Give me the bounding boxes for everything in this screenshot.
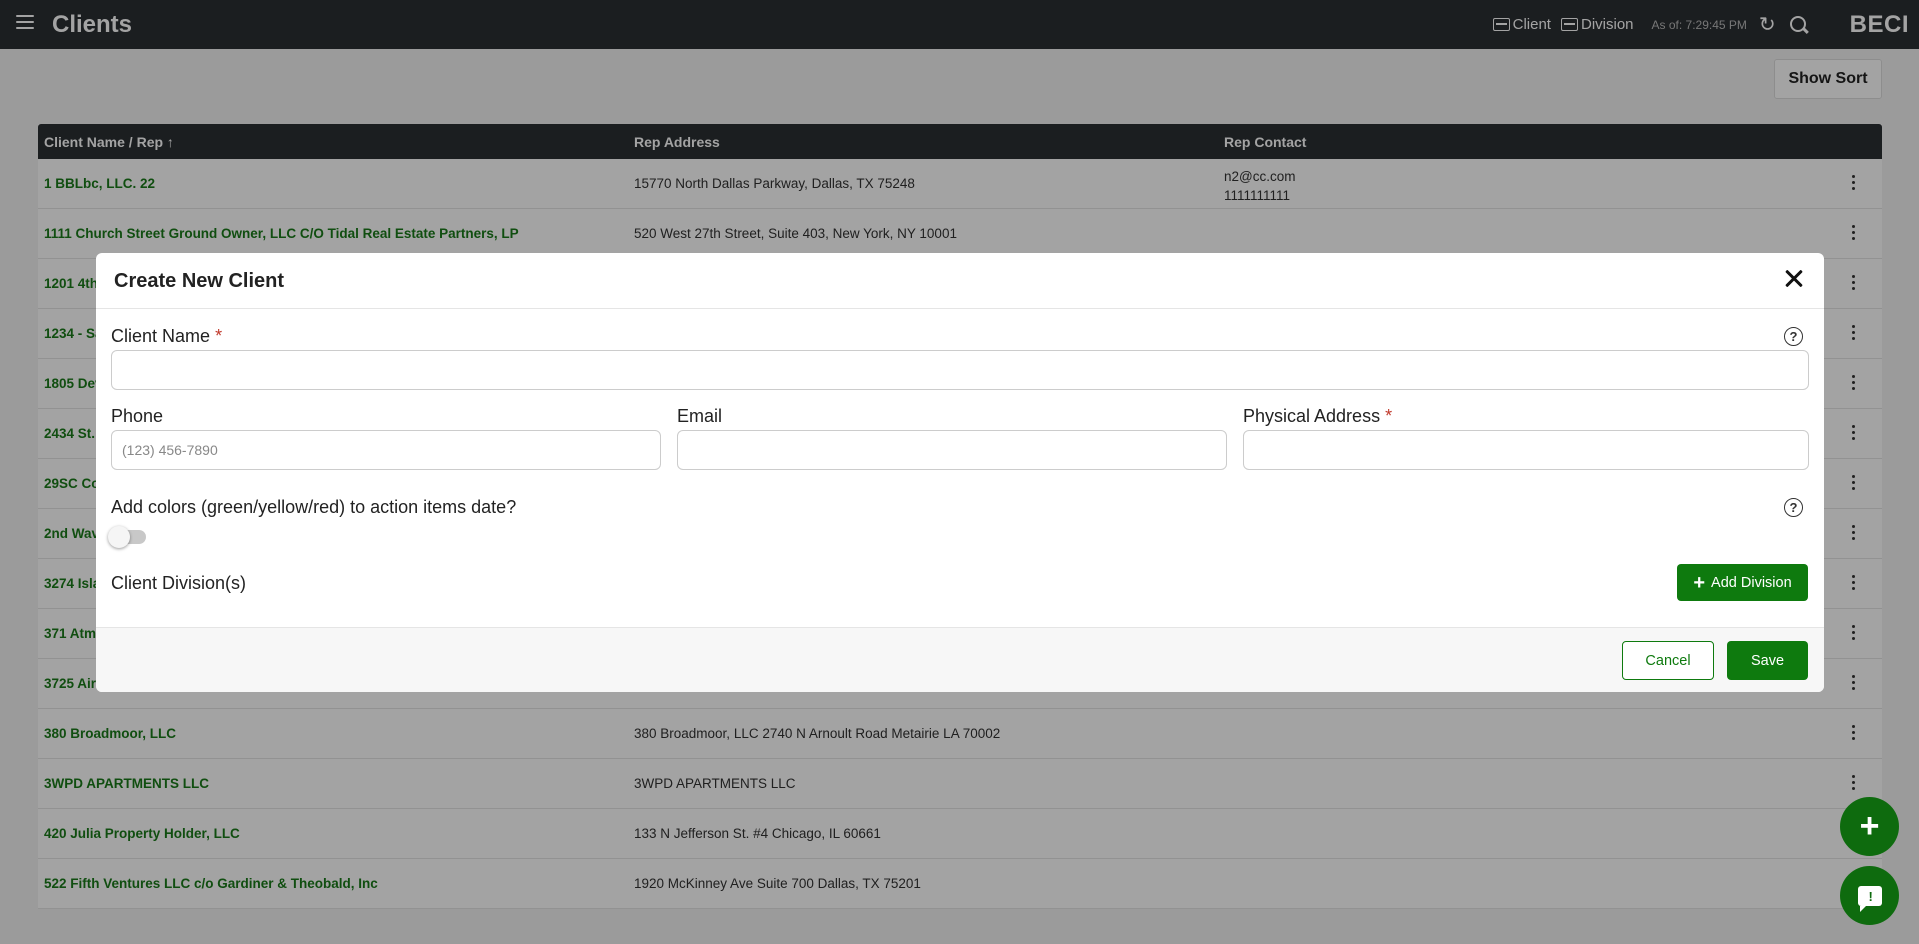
- add-division-button[interactable]: + Add Division: [1677, 564, 1808, 601]
- required-marker: *: [1385, 406, 1393, 426]
- add-division-label: Add Division: [1711, 574, 1792, 591]
- chat-icon: !: [1857, 885, 1882, 912]
- help-icon[interactable]: ?: [1784, 327, 1803, 346]
- plus-icon: +: [1859, 807, 1880, 845]
- client-name-label: Client Name *: [111, 326, 223, 346]
- email-input[interactable]: [677, 430, 1227, 470]
- phone-label: Phone: [111, 406, 164, 426]
- toggle-knob: [108, 526, 130, 548]
- modal-header: Create New Client: [96, 253, 1824, 309]
- action-colors-toggle[interactable]: [108, 526, 146, 548]
- action-colors-question: Add colors (green/yellow/red) to action …: [111, 497, 517, 517]
- phone-input[interactable]: [111, 430, 661, 470]
- email-label: Email: [677, 406, 723, 426]
- close-icon[interactable]: [1782, 267, 1806, 291]
- save-button[interactable]: Save: [1727, 641, 1808, 680]
- create-client-modal: Create New Client Client Name * ? Phone …: [96, 253, 1824, 692]
- client-divisions-label: Client Division(s): [111, 573, 247, 593]
- physical-address-label: Physical Address *: [1243, 406, 1393, 426]
- required-marker: *: [215, 326, 223, 346]
- physical-address-input[interactable]: [1243, 430, 1809, 470]
- modal-footer: Cancel Save: [96, 627, 1824, 692]
- plus-icon: +: [1693, 571, 1706, 594]
- cancel-button[interactable]: Cancel: [1622, 641, 1714, 680]
- add-client-fab[interactable]: +: [1840, 797, 1899, 856]
- chat-fab[interactable]: !: [1840, 866, 1899, 925]
- modal-title: Create New Client: [114, 270, 285, 292]
- help-icon[interactable]: ?: [1784, 498, 1803, 517]
- client-name-input[interactable]: [111, 350, 1809, 390]
